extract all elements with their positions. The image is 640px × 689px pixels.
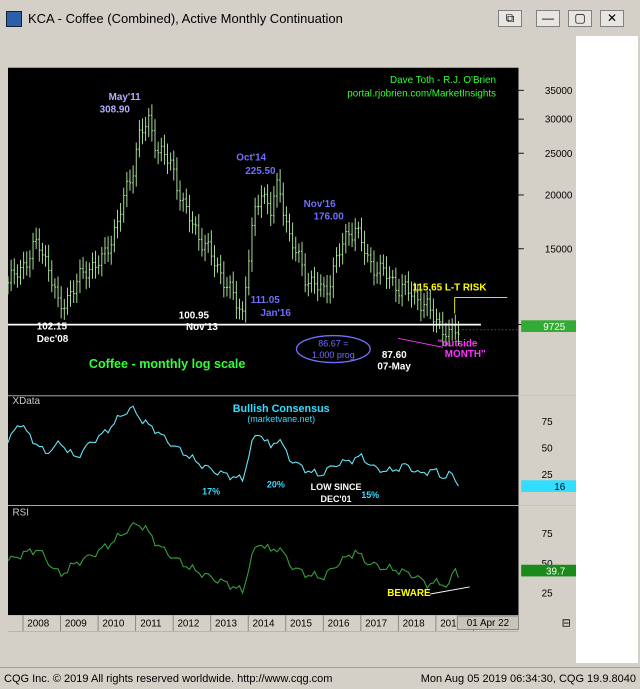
dec08-price: 102.15 bbox=[37, 321, 68, 332]
status-bar: CQG Inc. © 2019 All rights reserved worl… bbox=[0, 667, 640, 689]
beware-label: BEWARE bbox=[387, 588, 431, 599]
x-tick-label: 2008 bbox=[27, 619, 49, 630]
prog-bottom: 1.000 prog bbox=[312, 350, 355, 360]
y-tick-label: 15000 bbox=[545, 244, 573, 255]
nov16-price: 176.00 bbox=[314, 212, 345, 223]
xdata-readout-box bbox=[521, 480, 576, 492]
x-tick-label: 2016 bbox=[328, 619, 350, 630]
y-tick-label: 35000 bbox=[545, 86, 573, 97]
scroll-icon[interactable]: ⊟ bbox=[562, 618, 571, 630]
x-tick-label: 2011 bbox=[140, 619, 162, 630]
xdata-panel-label: XData bbox=[12, 396, 40, 407]
x-tick-label: 2017 bbox=[365, 619, 387, 630]
risk-label: 115.65 L-T RISK bbox=[412, 283, 487, 294]
xdata-tick-label: 25 bbox=[542, 470, 553, 481]
x-tick-label: 2010 bbox=[102, 619, 124, 630]
close-button[interactable]: ✕ bbox=[600, 10, 624, 27]
xdata-readout: 16 bbox=[554, 482, 565, 493]
x-tick-label: 2014 bbox=[253, 619, 275, 630]
rsi-panel-label: RSI bbox=[12, 507, 28, 518]
low-since-2: DEC'01 bbox=[321, 494, 352, 504]
maximize-button[interactable]: ▢ bbox=[568, 10, 592, 27]
status-copyright: CQG Inc. © 2019 All rights reserved worl… bbox=[4, 673, 333, 685]
x-tick-label: 2012 bbox=[177, 619, 199, 630]
xdata-tick-label: 50 bbox=[542, 444, 553, 455]
title-bar: KCA - Coffee (Combined), Active Monthly … bbox=[0, 0, 640, 36]
may11-date: May'11 bbox=[109, 92, 142, 103]
scroll-label: 01 Apr 22 bbox=[467, 618, 509, 629]
outside-month-1: "outside bbox=[438, 338, 478, 349]
y-tick-label: 25000 bbox=[545, 149, 573, 160]
status-timestamp: Mon Aug 05 2019 06:34:30, CQG 19.9.8040 bbox=[420, 673, 636, 685]
x-tick-label: 2013 bbox=[215, 619, 237, 630]
window-title: KCA - Coffee (Combined), Active Monthly … bbox=[28, 11, 343, 26]
price-readout: 9725 bbox=[543, 322, 565, 333]
y-tick-label: 30000 bbox=[545, 115, 573, 126]
price-axis-strip bbox=[576, 36, 638, 663]
xdata-tick-label: 75 bbox=[542, 417, 553, 428]
credit-name: Dave Toth - R.J. O'Brien bbox=[390, 75, 496, 86]
may11-price: 308.90 bbox=[100, 105, 131, 116]
nov16-date: Nov'16 bbox=[304, 199, 336, 210]
app-icon bbox=[6, 11, 22, 27]
chart-area[interactable]: 2008 2009 2010 2011 2012 2013 2014 2015 2016 2017… bbox=[8, 36, 576, 663]
x-tick-label: 2018 bbox=[403, 619, 425, 630]
oct14-price: 225.50 bbox=[245, 166, 276, 177]
jan16-price: 111.05 bbox=[251, 295, 281, 306]
xdata-pct-20: 20% bbox=[267, 479, 285, 489]
x-tick-label: 2009 bbox=[65, 619, 87, 630]
jan16-date: Jan'16 bbox=[261, 308, 292, 319]
rsi-tick-label: 75 bbox=[542, 529, 553, 540]
y-tick-label: 20000 bbox=[545, 191, 573, 202]
dec08-date: Dec'08 bbox=[37, 334, 69, 345]
low-since-1: LOW SINCE bbox=[311, 482, 362, 492]
rsi-tick-label: 25 bbox=[542, 588, 553, 599]
low-date: 07-May bbox=[377, 362, 411, 373]
prog-top: 86.67 = bbox=[318, 338, 348, 348]
credit-url: portal.rjobrien.com/MarketInsights bbox=[347, 89, 496, 100]
nov13-date: Nov'13 bbox=[186, 322, 218, 333]
link-button[interactable]: ⧉ bbox=[498, 10, 522, 27]
chart-label: Coffee - monthly log scale bbox=[89, 357, 246, 371]
low-price: 87.60 bbox=[382, 350, 407, 361]
rsi-readout: 39.7 bbox=[546, 567, 565, 578]
x-tick-label: 2015 bbox=[290, 619, 312, 630]
nov13-price: 100.95 bbox=[179, 310, 210, 321]
minimize-button[interactable]: — bbox=[536, 10, 560, 27]
xdata-source: (marketvane.net) bbox=[247, 414, 315, 424]
outside-month-2: MONTH" bbox=[445, 349, 486, 360]
xdata-pct-17: 17% bbox=[202, 487, 220, 497]
oct14-date: Oct'14 bbox=[236, 152, 266, 163]
xdata-pct-15: 15% bbox=[361, 490, 379, 500]
